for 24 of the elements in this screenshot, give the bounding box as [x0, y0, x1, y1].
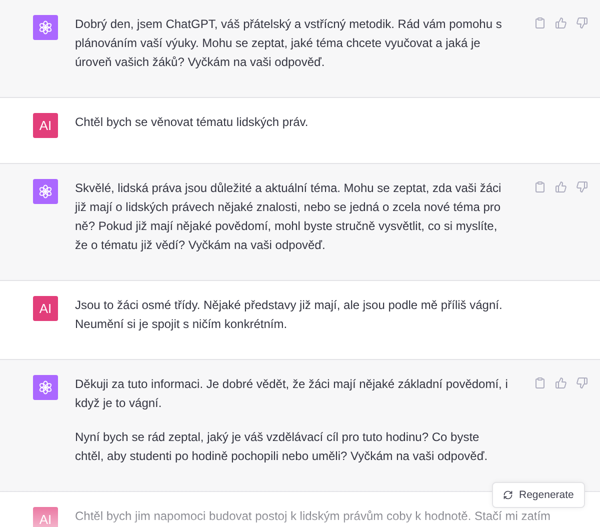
- thumbs-up-icon[interactable]: [555, 377, 567, 389]
- regenerate-button[interactable]: Regenerate: [492, 482, 585, 508]
- thumbs-down-icon[interactable]: [576, 377, 588, 389]
- message-text: Chtěl bych se věnovat tématu lidských práv.: [75, 114, 310, 131]
- logo-icon: [38, 184, 53, 199]
- refresh-icon: [503, 490, 513, 500]
- message-text: Jsou to žáci osmé třídy. Nějaké představy již mají, ale jsou podle mě příliš vágní. Neumění si je spojit s ničím konkrétním.: [75, 297, 504, 333]
- logo-icon: [38, 380, 53, 395]
- message-text: Dobrý den, jsem ChatGPT, váš přátelský a vstřícný metodik. Rád vám pomohu s plánováním vaší výuky. Mohu se zeptat, jaké téma chcete vyučovat a jaká je úroveň vašich žáků? Vyčkám na vaši odpověď.: [75, 16, 503, 71]
- user-avatar: AI: [33, 507, 58, 527]
- thumbs-down-icon[interactable]: [576, 17, 588, 29]
- copy-icon[interactable]: [534, 181, 546, 193]
- message-text: Skvělé, lidská práva jsou důležité a aktuální téma. Mohu se zeptat, zda vaši žáci již mají o lidských právech nějaké znalosti, nebo se jedná o zcela nové téma pro ně? Pokud již mají nějaké povědomí, mohl byste stručně vysvětlit, co si myslíte, že o tématu již vědí? Vyčkám na vaši odpověď.: [75, 180, 502, 254]
- copy-icon[interactable]: [534, 17, 546, 29]
- user-avatar: AI: [33, 113, 58, 138]
- thumbs-down-icon[interactable]: [576, 181, 588, 193]
- message-text: Nyní bych se rád zeptal, jaký je váš vzdělávací cíl pro tuto hodinu? Co byste chtěl, aby studenti po hodině pochopili nebo uměli? Vyčkám na vaši odpověď.: [75, 429, 489, 465]
- thumbs-up-icon[interactable]: [555, 17, 567, 29]
- message-text: Děkuji za tuto informaci. Je dobré vědět, že žáci mají nějaké základní povědomí, i když je to vágní.: [75, 376, 509, 412]
- message-text: Chtěl bych jim napomoci budovat postoj k lidským právům coby k hodnotě. Stačí mi zatím: [75, 508, 551, 525]
- user-avatar: AI: [33, 296, 58, 321]
- copy-icon[interactable]: [534, 377, 546, 389]
- thumbs-up-icon[interactable]: [555, 181, 567, 193]
- logo-icon: [38, 20, 53, 35]
